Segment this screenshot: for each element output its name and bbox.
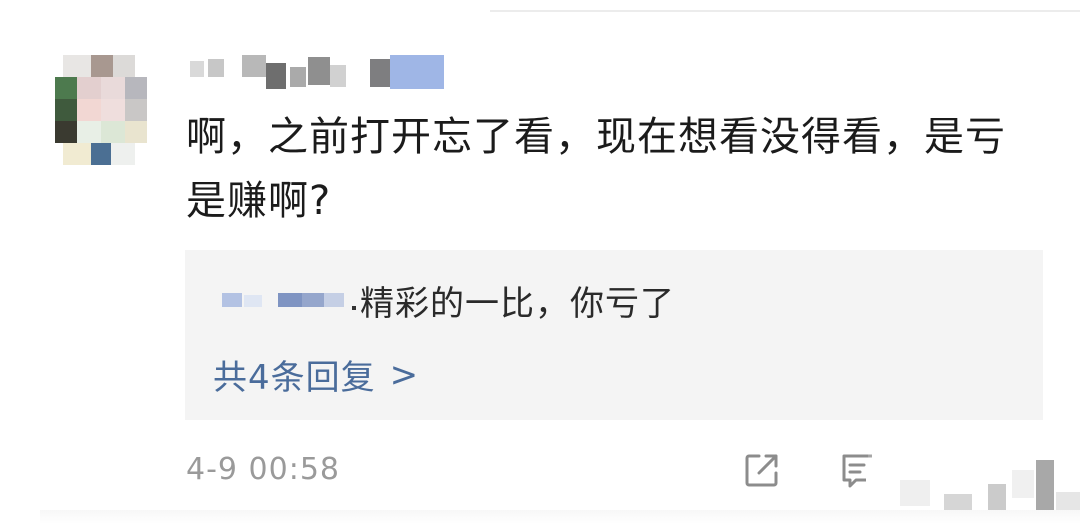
bottom-divider <box>40 510 1080 524</box>
reply-count-label: 共4条回复 <box>213 358 376 398</box>
view-replies-link[interactable]: 共4条回复 > <box>213 350 419 399</box>
reply-preview-item[interactable]: 精彩的一比，你亏了 <box>220 280 675 324</box>
reply-author-name[interactable] <box>220 280 360 320</box>
blur-mark <box>1012 470 1034 498</box>
share-icon[interactable] <box>742 450 782 490</box>
reply-text: 精彩的一比，你亏了 <box>360 283 675 324</box>
comment-author-name[interactable] <box>190 55 450 89</box>
comment-timestamp: 4-9 00:58 <box>186 452 340 487</box>
reply-preview[interactable]: 精彩的一比，你亏了 共4条回复 > <box>185 250 1043 420</box>
top-divider <box>490 10 1080 12</box>
chevron-right-icon: > <box>389 354 420 395</box>
comment-text: 啊，之前打开忘了看，现在想看没得看，是亏是赚啊? <box>186 114 1006 224</box>
avatar[interactable] <box>55 55 147 165</box>
blur-mark <box>900 480 930 506</box>
